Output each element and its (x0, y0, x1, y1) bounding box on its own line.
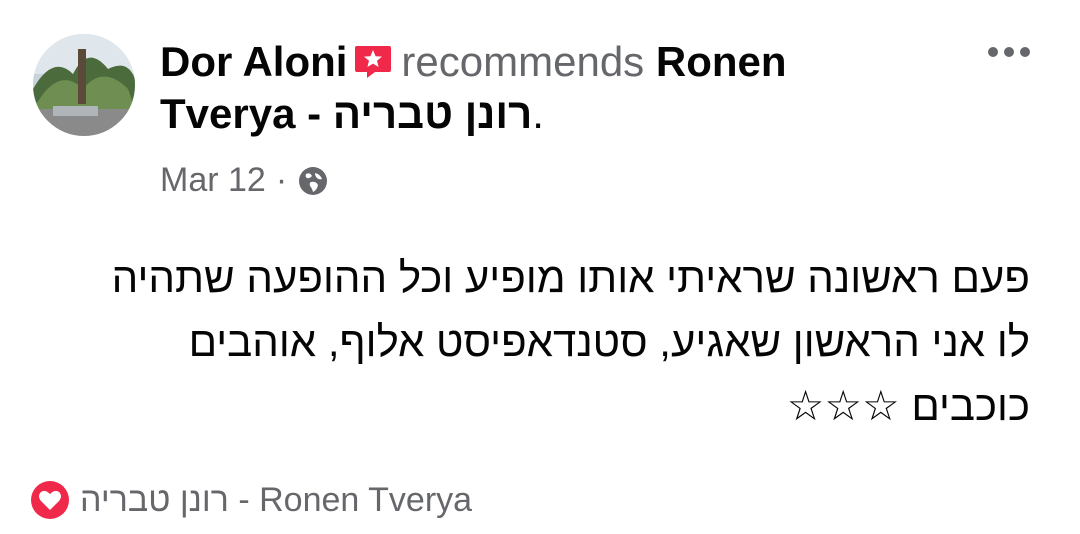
post-date[interactable]: Mar 12 (160, 158, 266, 202)
meta-separator: · (275, 161, 288, 199)
post-header: Dor Aloni recommends Ronen Tverya - רונן… (160, 36, 920, 140)
author-name[interactable]: Dor Aloni (160, 38, 347, 85)
recommendation-heart-icon (30, 480, 70, 520)
recommendation-footer[interactable]: רונן טבריה - Ronen Tverya (30, 478, 472, 522)
recommends-verb: recommends (401, 38, 645, 85)
avatar[interactable] (33, 34, 135, 136)
globe-icon[interactable] (297, 164, 329, 196)
more-options-icon[interactable] (986, 42, 1032, 62)
post-meta: Mar 12 · (160, 158, 329, 202)
footer-page-name[interactable]: רונן טבריה - Ronen Tverya (80, 478, 472, 522)
recommend-star-badge-icon (353, 40, 393, 78)
post-body-text: פעם ראשונה שראיתי אותו מופיע וכל ההופעה … (111, 254, 1030, 429)
header-punctuation: . (532, 90, 544, 137)
